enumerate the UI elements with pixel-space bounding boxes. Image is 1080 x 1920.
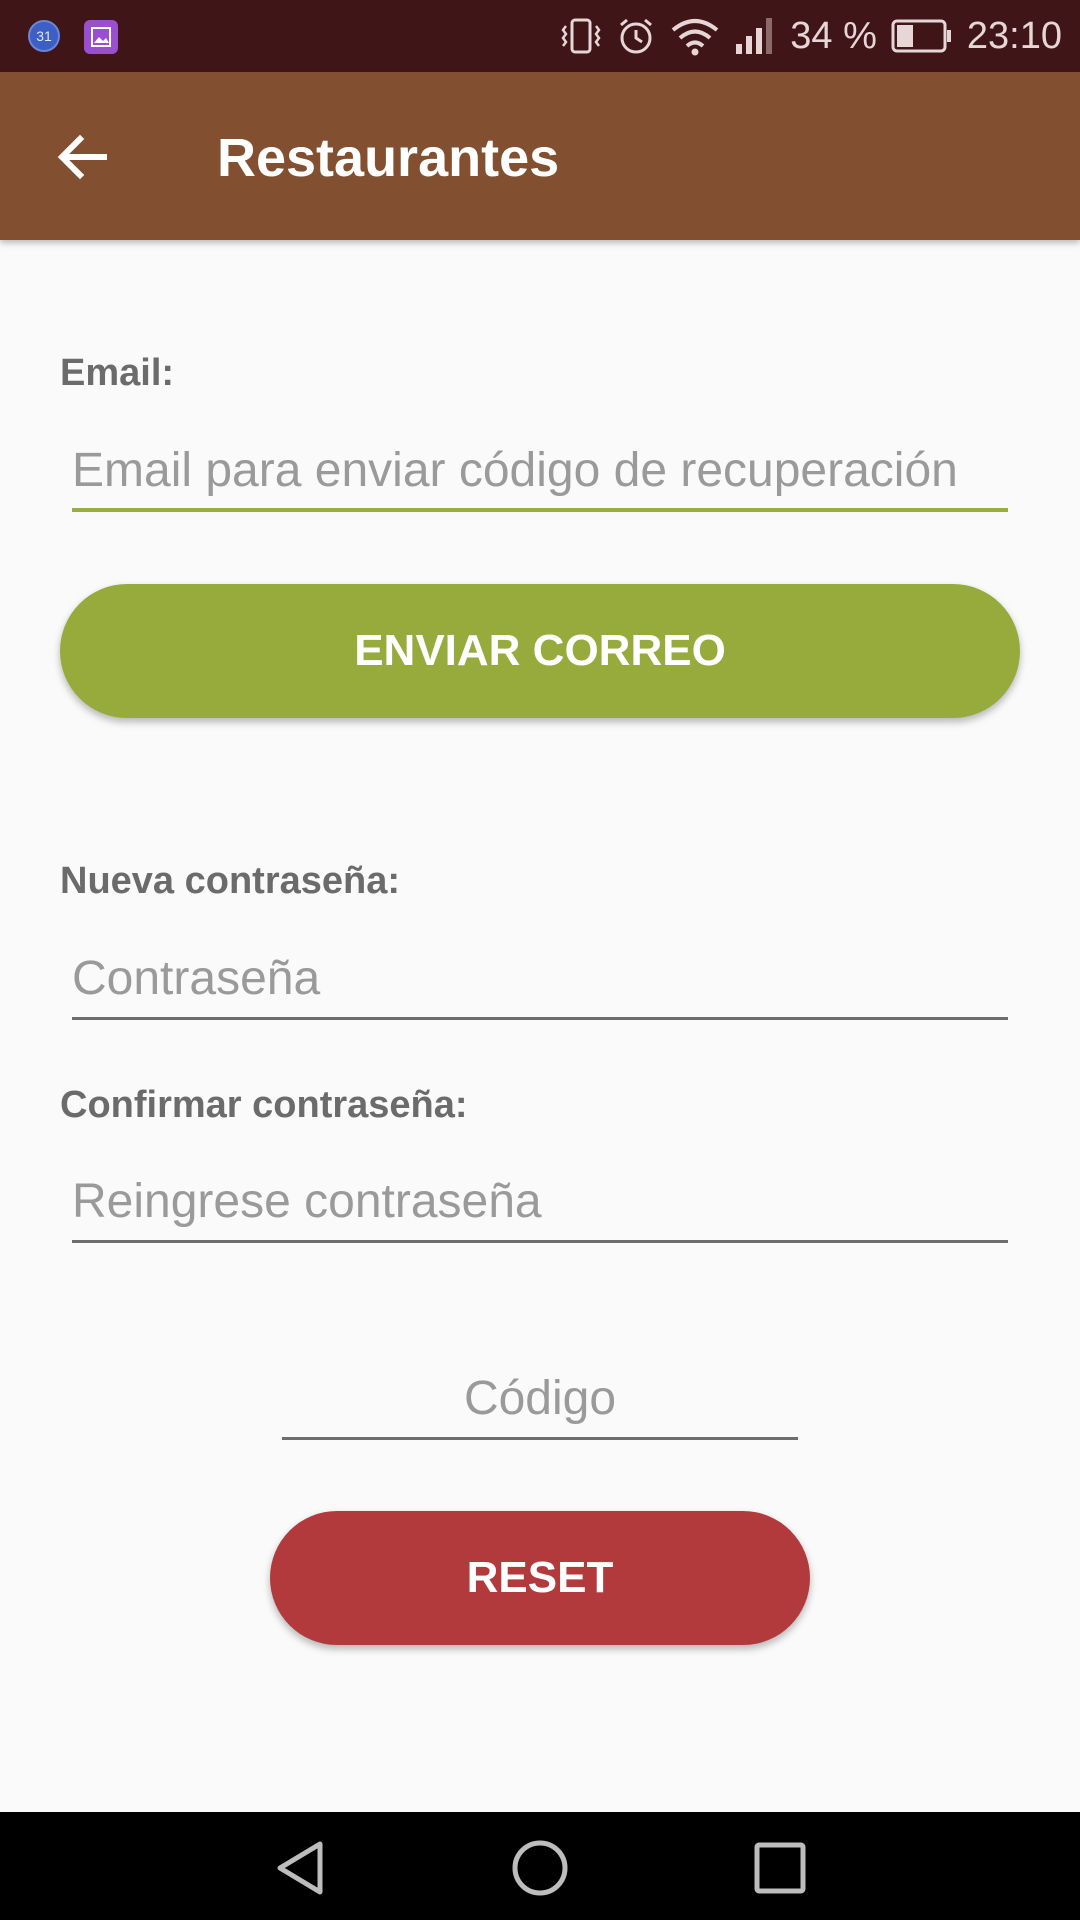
- new-password-field[interactable]: [72, 940, 1008, 1020]
- square-recents-icon: [754, 1842, 806, 1894]
- email-field[interactable]: [72, 432, 1008, 512]
- email-label: Email:: [60, 352, 175, 394]
- new-password-label: Nueva contraseña:: [60, 860, 401, 902]
- clock: 23:10: [966, 14, 1062, 57]
- code-field[interactable]: [282, 1360, 798, 1440]
- nav-recents-button[interactable]: [752, 1840, 808, 1901]
- battery-icon: [891, 18, 953, 54]
- confirm-password-field[interactable]: [72, 1163, 1008, 1243]
- calendar-notification-icon: 31: [28, 20, 60, 52]
- arrow-back-icon: [57, 134, 107, 180]
- confirm-password-label: Confirmar contraseña:: [60, 1084, 468, 1126]
- page-title: Restaurantes: [217, 128, 560, 188]
- back-button[interactable]: [52, 126, 114, 188]
- battery-percent: 34 %: [790, 14, 877, 57]
- send-email-button[interactable]: ENVIAR CORREO: [60, 584, 1020, 718]
- navigation-bar: [0, 1812, 1080, 1920]
- reset-button[interactable]: RESET: [270, 1511, 810, 1645]
- triangle-back-icon: [277, 1841, 323, 1895]
- nav-back-button[interactable]: [272, 1840, 328, 1901]
- circle-home-icon: [512, 1840, 568, 1896]
- signal-icon: [734, 16, 776, 56]
- gallery-notification-icon: [84, 20, 118, 54]
- calendar-badge: 31: [36, 28, 52, 44]
- alarm-icon: [616, 16, 656, 56]
- status-bar: 31 34 % 23:10: [0, 0, 1080, 72]
- vibrate-icon: [560, 16, 602, 56]
- app-bar: Restaurantes: [0, 72, 1080, 240]
- nav-home-button[interactable]: [510, 1840, 570, 1901]
- wifi-icon: [670, 16, 720, 56]
